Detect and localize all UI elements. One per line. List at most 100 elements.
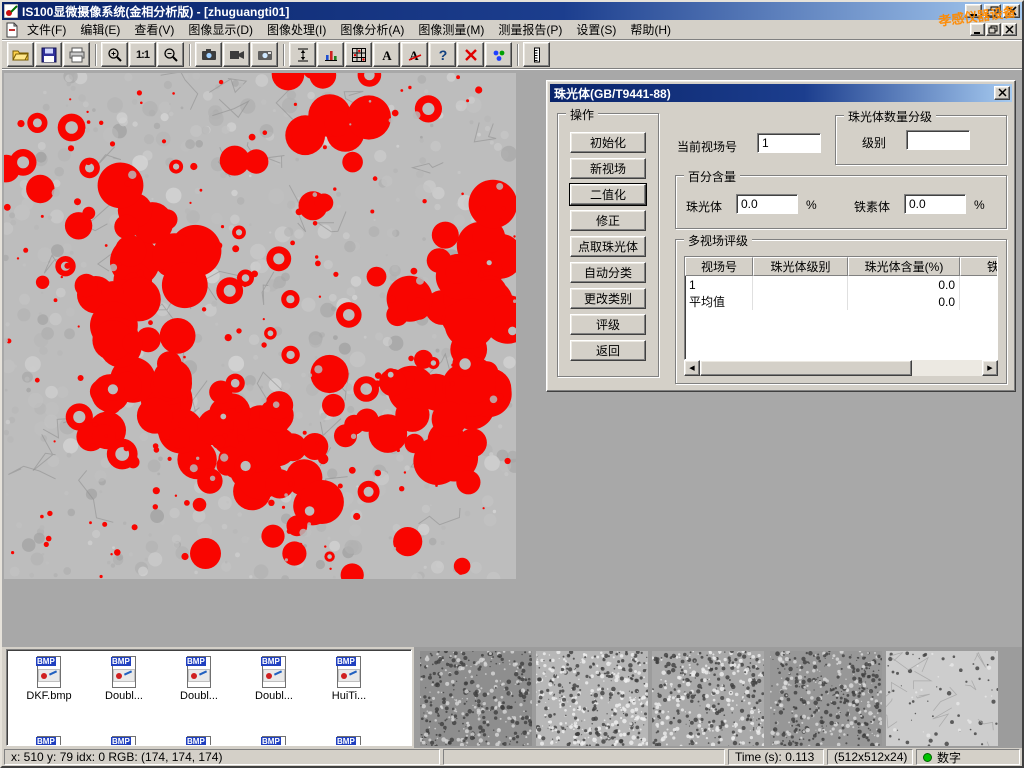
open-folder-icon <box>12 47 29 63</box>
cut-button[interactable] <box>457 42 484 67</box>
svg-text:?: ? <box>438 47 447 63</box>
help-button[interactable]: ? <box>429 42 456 67</box>
menu-help[interactable]: 帮助(H) <box>623 19 678 40</box>
thumbnail-3[interactable] <box>652 651 764 746</box>
file-item[interactable]: BMP <box>238 736 310 746</box>
current-field-input[interactable] <box>757 133 821 153</box>
file-item-doubl3[interactable]: BMP Doubl... <box>238 656 310 702</box>
histogram-icon <box>323 47 339 63</box>
edit-text-button[interactable]: A <box>401 42 428 67</box>
pearlite-percent-input[interactable] <box>736 194 798 214</box>
cell-field: 1 <box>685 276 753 293</box>
initialize-button[interactable]: 初始化 <box>570 132 646 153</box>
snapshot-button[interactable] <box>251 42 278 67</box>
bmp-file-icon: BMP <box>34 656 64 688</box>
table-horizontal-scrollbar[interactable]: ◀ ▶ <box>684 360 998 376</box>
thumbnail-1[interactable] <box>420 651 532 746</box>
header-pearlite[interactable]: 珠光体含量(%) <box>848 257 960 276</box>
percent-group: 百分含量 珠光体 % 铁素体 % <box>675 175 1007 229</box>
child-restore-button[interactable] <box>986 23 1001 36</box>
ruler-button[interactable] <box>523 42 550 67</box>
binarize-button[interactable]: 二值化 <box>570 184 646 205</box>
return-button[interactable]: 返回 <box>570 340 646 361</box>
grade-group-label: 珠光体数量分级 <box>844 108 936 125</box>
child-close-button[interactable] <box>1002 23 1017 36</box>
menu-image-processing[interactable]: 图像处理(I) <box>260 19 333 40</box>
menu-report[interactable]: 测量报告(P) <box>491 19 569 40</box>
cell-grade <box>753 293 848 310</box>
header-field[interactable]: 视场号 <box>685 257 753 276</box>
status-position: x: 510 y: 79 idx: 0 RGB: (174, 174, 174) <box>4 749 440 765</box>
zoom-out-button[interactable] <box>157 42 184 67</box>
thumbnail-2[interactable] <box>536 651 648 746</box>
menu-image-analysis[interactable]: 图像分析(A) <box>333 19 411 40</box>
file-item-dkf[interactable]: BMP DKF.bmp <box>13 656 85 702</box>
zoom-in-button[interactable] <box>101 42 128 67</box>
menu-file[interactable]: 文件(F) <box>20 19 73 40</box>
menubar: 文件(F) 编辑(E) 查看(V) 图像显示(D) 图像处理(I) 图像分析(A… <box>2 20 1022 40</box>
grid-count-button[interactable] <box>345 42 372 67</box>
pick-pearlite-button[interactable]: 点取珠光体 <box>570 236 646 257</box>
menu-image-measure[interactable]: 图像测量(M) <box>411 19 491 40</box>
auto-classify-button[interactable]: 自动分类 <box>570 262 646 283</box>
bmp-badge: BMP <box>111 657 131 666</box>
dialog-titlebar[interactable]: 珠光体(GB/T9441-88) <box>550 84 1012 102</box>
save-button[interactable] <box>35 42 62 67</box>
scroll-right-button[interactable]: ▶ <box>982 360 998 376</box>
menu-image-display[interactable]: 图像显示(D) <box>181 19 260 40</box>
cell-field: 平均值 <box>685 293 753 310</box>
bmp-file-icon: BMP <box>334 656 364 688</box>
grid-count-icon <box>351 47 367 63</box>
measure-height-button[interactable] <box>289 42 316 67</box>
file-item[interactable]: BMP <box>88 736 160 746</box>
capture-button[interactable] <box>195 42 222 67</box>
mdi-child-icon[interactable] <box>4 22 20 38</box>
video-camera-icon <box>229 47 245 63</box>
video-camera-button[interactable] <box>223 42 250 67</box>
thumbnail-5[interactable] <box>886 651 998 746</box>
correct-button[interactable]: 修正 <box>570 210 646 231</box>
multi-field-group: 多视场评级 视场号 珠光体级别 珠光体含量(%) 铁素体 1 0.0 <box>675 239 1007 384</box>
file-label: DKF.bmp <box>13 690 85 702</box>
actual-size-button[interactable]: 1:1 <box>129 42 156 67</box>
header-grade[interactable]: 珠光体级别 <box>753 257 848 276</box>
file-item[interactable]: BMP <box>313 736 385 746</box>
file-item-huiti[interactable]: BMP HuiTi... <box>313 656 385 702</box>
status-image-size: (512x512x24) <box>827 749 913 765</box>
menu-view[interactable]: 查看(V) <box>127 19 181 40</box>
file-item-doubl1[interactable]: BMP Doubl... <box>88 656 160 702</box>
close-button[interactable] <box>1003 4 1020 18</box>
child-minimize-button[interactable] <box>970 23 985 36</box>
marker-points-button[interactable] <box>485 42 512 67</box>
header-ferrite[interactable]: 铁素体 <box>960 257 998 276</box>
histogram-button[interactable] <box>317 42 344 67</box>
scrollbar-thumb[interactable] <box>700 360 912 376</box>
grade-input[interactable] <box>906 130 970 150</box>
scroll-left-button[interactable]: ◀ <box>684 360 700 376</box>
print-button[interactable] <box>63 42 90 67</box>
file-item[interactable]: BMP <box>13 736 85 746</box>
new-field-button[interactable]: 新视场 <box>570 158 646 179</box>
restore-button[interactable] <box>984 4 1001 18</box>
annotate-text-button[interactable]: A <box>373 42 400 67</box>
menu-edit[interactable]: 编辑(E) <box>73 19 127 40</box>
change-class-button[interactable]: 更改类别 <box>570 288 646 309</box>
dialog-close-button[interactable] <box>994 86 1010 100</box>
file-item-doubl2[interactable]: BMP Doubl... <box>163 656 235 702</box>
close-icon <box>997 88 1008 98</box>
minimize-button[interactable] <box>965 4 982 18</box>
mdi-client-area: 珠光体(GB/T9441-88) 操作 初始化 新视场 二值化 修正 点取珠光体… <box>2 70 1022 647</box>
toolbar: 1:1 <box>2 41 1022 69</box>
thumbnail-4[interactable] <box>770 651 882 746</box>
ferrite-percent-input[interactable] <box>904 194 966 214</box>
bmp-badge: BMP <box>336 657 356 666</box>
operation-group-label: 操作 <box>566 106 598 123</box>
micrograph-image[interactable] <box>4 73 516 579</box>
file-item[interactable]: BMP <box>163 736 235 746</box>
grade-button[interactable]: 评级 <box>570 314 646 335</box>
menu-settings[interactable]: 设置(S) <box>569 19 623 40</box>
open-button[interactable] <box>7 42 34 67</box>
file-label: Doubl... <box>163 690 235 702</box>
table-row[interactable]: 平均值 0.0 <box>685 293 997 310</box>
table-row[interactable]: 1 0.0 <box>685 276 997 293</box>
